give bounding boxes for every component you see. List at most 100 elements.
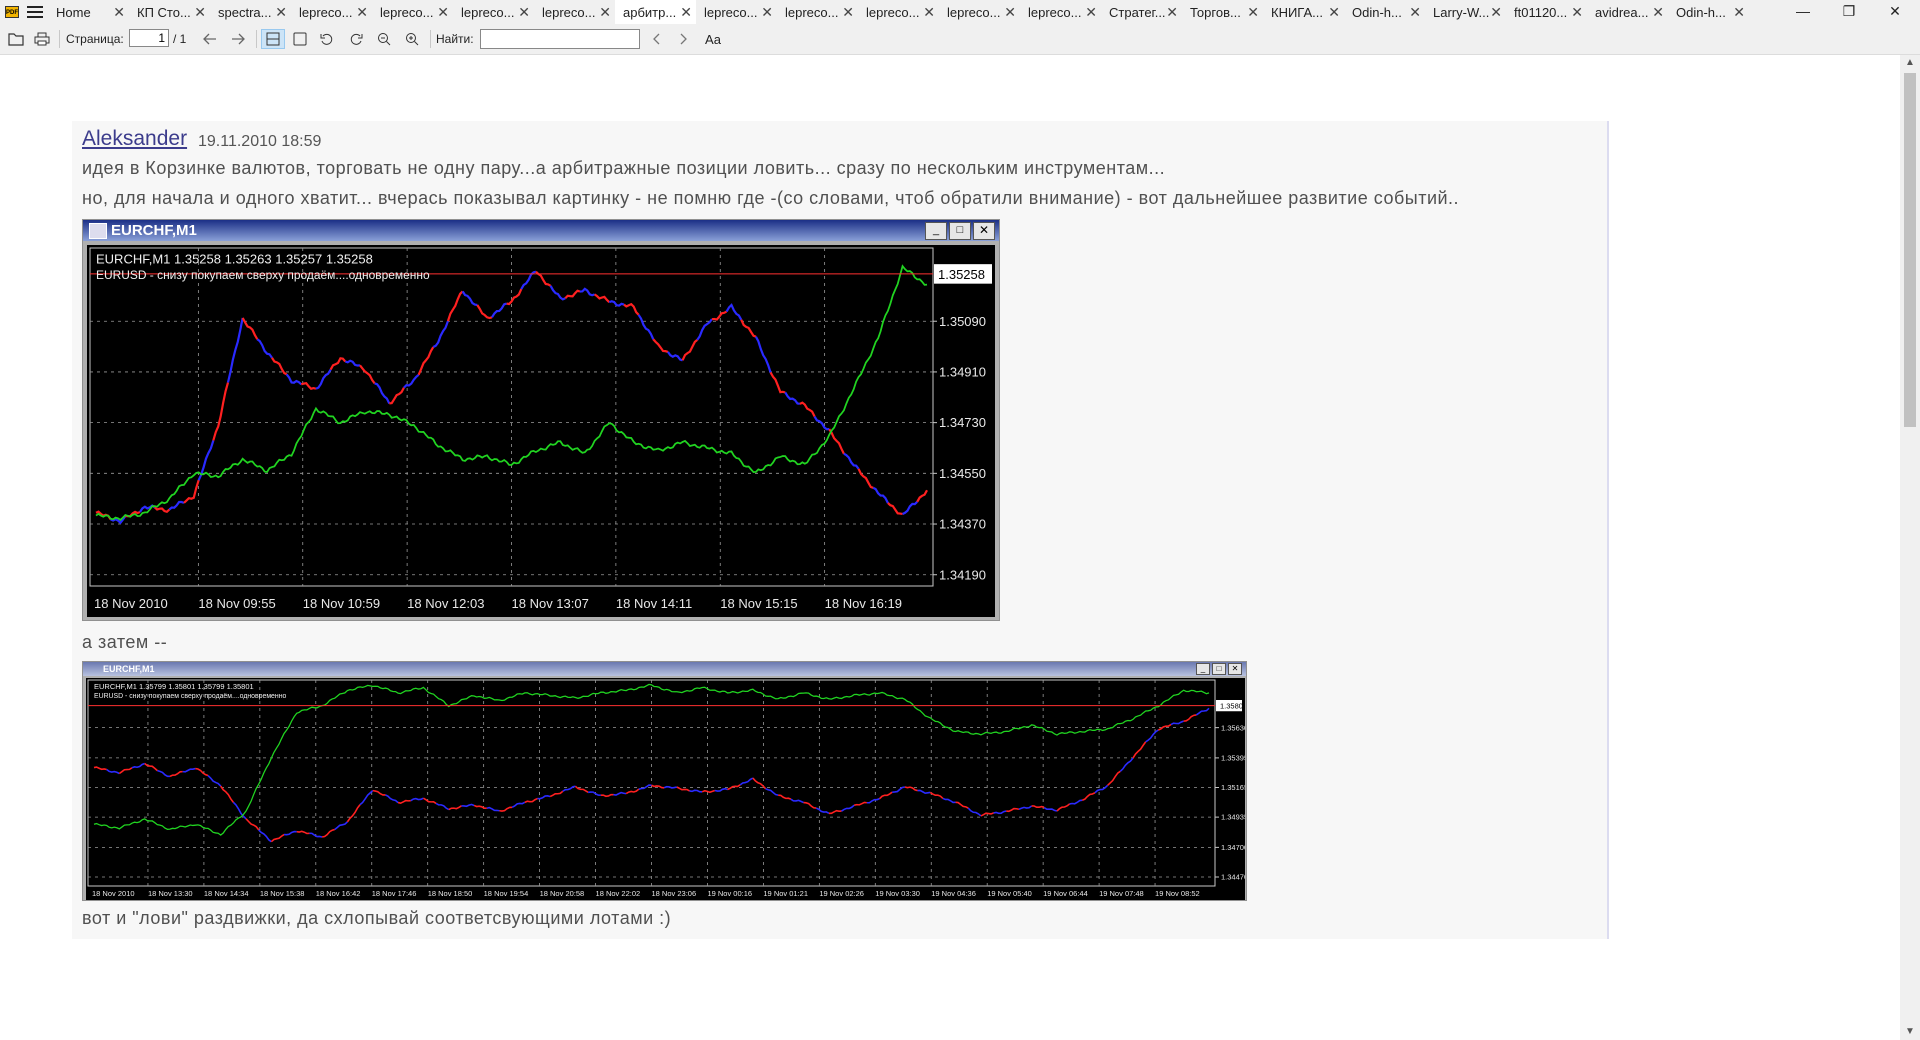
app-logo-icon[interactable]: PDF [5, 6, 19, 18]
scrollbar-thumb[interactable] [1904, 73, 1916, 427]
match-case-button[interactable]: Aa [702, 29, 724, 49]
restore-button[interactable]: ❐ [1826, 0, 1872, 24]
tab[interactable]: lepreco... ✕ [453, 0, 534, 24]
zoom-out-button[interactable] [374, 29, 394, 49]
tab-label: арбитр... [623, 4, 677, 20]
tab[interactable]: арбитр... ✕ [615, 0, 696, 24]
hamburger-menu-icon[interactable] [27, 6, 43, 18]
continuous-view-button[interactable] [261, 29, 285, 49]
tab-close-icon[interactable]: ✕ [680, 4, 692, 21]
tab-close-icon[interactable]: ✕ [1571, 4, 1583, 21]
tab[interactable]: Home ✕ [48, 0, 129, 24]
tab[interactable]: ft01120... ✕ [1506, 0, 1587, 24]
tab-label: ft01120... [1514, 4, 1568, 20]
tab-close-icon[interactable]: ✕ [113, 4, 125, 21]
x-tick-label: 19 Nov 03:30 [875, 889, 920, 898]
series-line-eurchf [663, 785, 678, 789]
tab-close-icon[interactable]: ✕ [1247, 4, 1259, 21]
author-link[interactable]: Aleksander [82, 127, 187, 151]
tab-label: lepreco... [380, 4, 434, 20]
maximize-icon[interactable]: □ [1212, 663, 1226, 675]
tab-close-icon[interactable]: ✕ [1328, 4, 1340, 21]
tab[interactable]: КП Сто... ✕ [129, 0, 210, 24]
tab-close-icon[interactable]: ✕ [1166, 4, 1178, 21]
rotate-left-button[interactable] [317, 29, 337, 49]
next-page-button[interactable] [228, 29, 248, 49]
y-tick-label: 1.34190 [939, 567, 986, 582]
scroll-up-arrow-icon[interactable]: ▲ [1900, 55, 1920, 71]
zoom-in-button[interactable] [402, 29, 422, 49]
close-icon[interactable]: ✕ [1228, 663, 1242, 675]
tab[interactable]: Odin-h... ✕ [1668, 0, 1749, 24]
tab-close-icon[interactable]: ✕ [923, 4, 935, 21]
tab[interactable]: lepreco... ✕ [696, 0, 777, 24]
find-next-button[interactable] [674, 29, 692, 49]
x-tick-label: 19 Nov 05:40 [987, 889, 1032, 898]
close-icon[interactable]: ✕ [973, 222, 995, 240]
tab-close-icon[interactable]: ✕ [1004, 4, 1016, 21]
tab[interactable]: lepreco... ✕ [777, 0, 858, 24]
previous-page-button[interactable] [200, 29, 220, 49]
maximize-icon[interactable]: □ [949, 222, 971, 240]
tab-label: lepreco... [866, 4, 920, 20]
page-number-input[interactable] [129, 29, 169, 47]
tab-close-icon[interactable]: ✕ [275, 4, 287, 21]
minimize-icon[interactable]: _ [1196, 663, 1210, 675]
chart-window-icon [89, 223, 107, 239]
chart-background [86, 678, 1245, 900]
folder-icon [8, 33, 24, 46]
tab[interactable]: Odin-h... ✕ [1344, 0, 1425, 24]
tab[interactable]: avidrea... ✕ [1587, 0, 1668, 24]
minimize-button[interactable]: — [1780, 0, 1826, 24]
tab-close-icon[interactable]: ✕ [518, 4, 530, 21]
single-page-button[interactable] [290, 29, 310, 49]
find-input[interactable] [480, 29, 640, 49]
y-tick-label: 1.34700 [1221, 843, 1245, 852]
print-button[interactable] [32, 29, 52, 49]
tab-label: lepreco... [542, 4, 596, 20]
tab-label: lepreco... [785, 4, 839, 20]
y-tick-label: 1.34730 [939, 415, 986, 430]
open-file-button[interactable] [6, 29, 26, 49]
chart-window-controls: _ □ ✕ [925, 222, 995, 240]
tab[interactable]: Торгов... ✕ [1182, 0, 1263, 24]
x-tick-label: 19 Nov 06:44 [1043, 889, 1088, 898]
vertical-scrollbar[interactable]: ▲ ▼ [1900, 55, 1920, 1040]
tab[interactable]: КНИГА... ✕ [1263, 0, 1344, 24]
window-close-button[interactable]: ✕ [1872, 0, 1918, 24]
tab-bar: PDF Home ✕ КП Сто... ✕ spectra... ✕ lepreco...… [0, 0, 1920, 24]
fit-width-icon [266, 32, 280, 46]
tab-close-icon[interactable]: ✕ [842, 4, 854, 21]
x-tick-label: 18 Nov 15:15 [720, 596, 797, 611]
find-previous-button[interactable] [648, 29, 666, 49]
tab-close-icon[interactable]: ✕ [356, 4, 368, 21]
rotate-right-button[interactable] [346, 29, 366, 49]
tab-close-icon[interactable]: ✕ [1490, 4, 1502, 21]
tab-close-icon[interactable]: ✕ [1409, 4, 1421, 21]
x-tick-label: 18 Nov 09:55 [198, 596, 275, 611]
tab-close-icon[interactable]: ✕ [761, 4, 773, 21]
y-tick-label: 1.35165 [1221, 783, 1245, 792]
tab-close-icon[interactable]: ✕ [1733, 4, 1745, 21]
y-tick-label: 1.34550 [939, 466, 986, 481]
tab[interactable]: lepreco... ✕ [291, 0, 372, 24]
tab-close-icon[interactable]: ✕ [1085, 4, 1097, 21]
tab[interactable]: Larry-W... ✕ [1425, 0, 1506, 24]
document-viewport: Aleksander 19.11.2010 18:59 идея в Корзи… [0, 55, 1900, 1040]
tab-close-icon[interactable]: ✕ [194, 4, 206, 21]
scroll-down-arrow-icon[interactable]: ▼ [1900, 1024, 1920, 1040]
minimize-icon[interactable]: _ [925, 222, 947, 240]
chart-info-line: EURUSD - снизу покупаем сверху продаём..… [96, 268, 430, 282]
tab[interactable]: lepreco... ✕ [858, 0, 939, 24]
x-tick-label: 18 Nov 13:07 [512, 596, 589, 611]
tab[interactable]: spectra... ✕ [210, 0, 291, 24]
tab-close-icon[interactable]: ✕ [437, 4, 449, 21]
tab[interactable]: lepreco... ✕ [534, 0, 615, 24]
tab-close-icon[interactable]: ✕ [599, 4, 611, 21]
tab[interactable]: lepreco... ✕ [939, 0, 1020, 24]
tab-label: lepreco... [461, 4, 515, 20]
tab[interactable]: lepreco... ✕ [1020, 0, 1101, 24]
tab[interactable]: Стратег... ✕ [1101, 0, 1182, 24]
tab-close-icon[interactable]: ✕ [1652, 4, 1664, 21]
tab[interactable]: lepreco... ✕ [372, 0, 453, 24]
